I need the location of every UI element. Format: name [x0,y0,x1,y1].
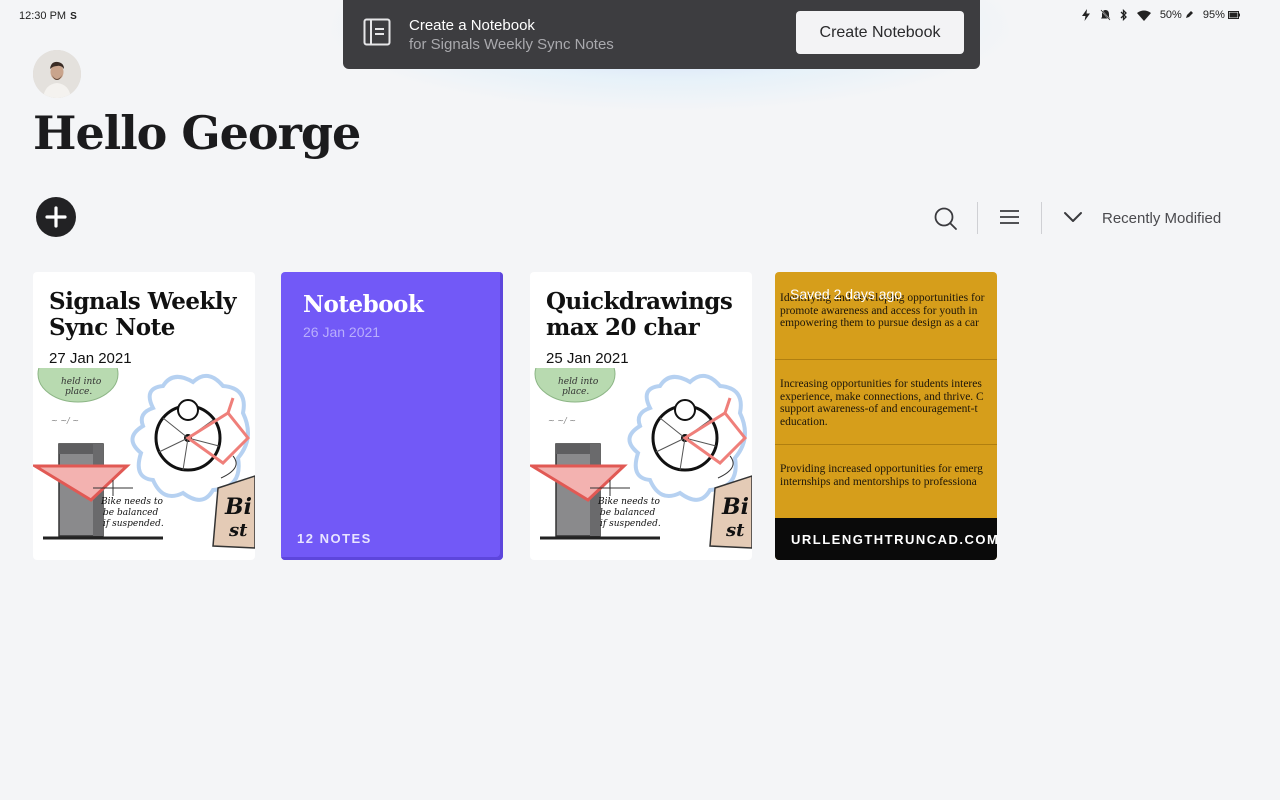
sketch-caption: if suspended. [600,519,661,529]
sketch-signature: ~ ~/ ~ [51,416,79,425]
sketch-label: place. [562,387,589,397]
stylus-battery: 50% [1160,9,1194,21]
create-notebook-button[interactable]: Create Notebook [796,11,964,54]
sketch-caption: Bike needs to [100,497,163,507]
sort-dropdown[interactable]: Recently Modified [1102,210,1221,227]
pen-icon [1185,11,1193,18]
sketch-box-label: st [725,520,745,541]
add-button[interactable] [36,197,76,237]
clip-paragraph: Increasing opportunities for students in… [780,378,984,428]
sketch-box-label: Bi [224,494,252,520]
notebook-icon [363,18,391,46]
device-battery: 95% [1203,9,1240,21]
sketch-caption: be balanced [103,508,158,518]
status-app-badge: S [70,11,77,22]
clip-url: URLLENGTHTRUNCAD.COM [791,532,997,547]
web-clip-card[interactable]: Identifying and developing opportunities… [775,272,997,560]
toast-subtitle: for Signals Weekly Sync Notes [409,36,614,53]
toolbar-divider [977,202,978,234]
sketch-caption: if suspended. [103,519,164,529]
notebook-title: Notebook [303,291,424,318]
clip-footer: URLLENGTHTRUNCAD.COM [775,518,997,560]
card-date: 27 Jan 2021 [49,350,132,367]
card-title: Quickdrawings max 20 char [546,288,733,341]
toast-title: Create a Notebook [409,17,535,34]
status-time: 12:30 PM S [19,10,77,22]
sketch-caption: be balanced [600,508,655,518]
clip-divider [775,359,997,360]
avatar[interactable] [33,50,81,98]
charging-bolt-icon [1081,9,1090,21]
search-icon[interactable] [933,203,959,231]
sketch-thumbnail: held into place. ~ ~/ ~ Bike needs to be… [33,368,255,549]
create-notebook-toast: Create a Notebook for Signals Weekly Syn… [343,0,980,69]
note-card[interactable]: Quickdrawings max 20 char 25 Jan 2021 he… [530,272,752,560]
add-icon [45,206,67,228]
status-icons: 50% 95% [1081,9,1240,21]
clip-paragraph: Providing increased opportunities for em… [780,463,983,488]
note-card[interactable]: Signals Weekly Sync Note 27 Jan 2021 hel… [33,272,255,560]
sketch-label: place. [65,387,92,397]
chevron-down-icon[interactable] [1062,203,1084,231]
notebook-date: 26 Jan 2021 [303,324,381,340]
wifi-icon [1136,10,1151,21]
battery-icon [1228,11,1240,19]
sketch-thumbnail: held into place. ~ ~/ ~ Bike needs to be… [530,368,752,549]
do-not-disturb-icon [1100,9,1111,21]
notebook-card[interactable]: Notebook 26 Jan 2021 12 NOTES [281,272,503,560]
sketch-label: held into [558,377,599,387]
card-title: Signals Weekly Sync Note [49,288,237,341]
avatar-photo [33,50,81,98]
sketch-box-label: Bi [721,494,749,520]
clip-divider [775,444,997,445]
list-view-icon[interactable] [999,203,1021,231]
sketch-signature: ~ ~/ ~ [548,416,576,425]
sketch-label: held into [61,377,102,387]
notebook-note-count: 12 NOTES [297,531,372,546]
sketch-box-label: st [228,520,248,541]
card-date: 25 Jan 2021 [546,350,629,367]
toolbar-divider [1041,202,1042,234]
sketch-caption: Bike needs to [597,497,660,507]
bluetooth-icon [1120,9,1127,21]
page-title: Hello George [33,106,361,160]
saved-label: Saved 2 days ago [790,286,903,302]
